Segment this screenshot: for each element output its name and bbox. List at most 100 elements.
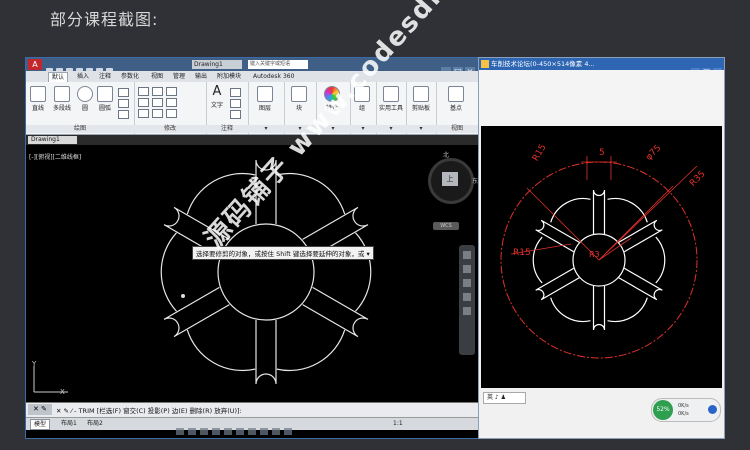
tab-layout2[interactable]: 布局2 xyxy=(84,419,106,428)
view-group-label[interactable]: 视图 xyxy=(436,125,478,133)
selection-icon[interactable] xyxy=(272,428,280,435)
text-button[interactable]: A 文字 xyxy=(208,84,226,110)
dimension-icon[interactable] xyxy=(230,88,241,97)
showmotion-icon[interactable] xyxy=(463,307,471,315)
spoke-arm[interactable] xyxy=(618,267,663,301)
draw-group-label[interactable]: 绘图 xyxy=(26,125,134,133)
stretch-icon[interactable] xyxy=(138,109,149,118)
app-logo-icon[interactable]: A xyxy=(28,59,42,70)
leader-icon[interactable] xyxy=(230,99,241,108)
base-button[interactable]: 基点 xyxy=(444,86,468,112)
command-close-icon[interactable]: ✕ ✎ xyxy=(28,404,52,415)
rect-icon[interactable] xyxy=(118,88,129,97)
file-tab-drawing1[interactable]: Drawing1 xyxy=(28,136,77,144)
polyline-label: 多段线 xyxy=(52,105,71,112)
otrack-icon[interactable] xyxy=(236,428,244,435)
hatch-icon[interactable] xyxy=(118,99,129,108)
tab-output[interactable]: 输出 xyxy=(192,72,210,81)
viewcube-face-top[interactable]: 上 xyxy=(442,172,458,186)
clipboard-button[interactable]: 剪贴板 xyxy=(407,86,435,112)
outer-cusp[interactable] xyxy=(160,232,177,312)
layers-button[interactable]: 图层 xyxy=(252,86,278,112)
spoke-arm[interactable] xyxy=(535,267,580,301)
outer-cusp[interactable] xyxy=(276,329,346,372)
text-label: 文字 xyxy=(210,102,223,109)
spoke-arm[interactable] xyxy=(302,286,369,338)
wcs-menu[interactable]: WCS xyxy=(433,222,459,230)
array-icon[interactable] xyxy=(166,109,177,118)
copy-icon[interactable] xyxy=(138,98,149,107)
navigation-bar xyxy=(459,245,475,355)
spoke-arm[interactable] xyxy=(592,286,606,331)
utilities-dropdown[interactable]: ▾ xyxy=(376,125,406,133)
viewcube[interactable]: 上 xyxy=(428,158,474,204)
snap-icon[interactable] xyxy=(188,428,196,435)
spoke-arm[interactable] xyxy=(535,219,580,253)
modify-group-label[interactable]: 修改 xyxy=(134,125,206,133)
pan-icon[interactable] xyxy=(463,265,471,273)
fillet-icon[interactable] xyxy=(166,98,177,107)
utilities-button[interactable]: 实用工具 xyxy=(377,86,405,112)
outer-cusp[interactable] xyxy=(355,232,372,312)
grid-icon[interactable] xyxy=(176,428,184,435)
move-icon[interactable] xyxy=(138,87,149,96)
orbit-icon[interactable] xyxy=(463,293,471,301)
osnap-icon[interactable] xyxy=(224,428,232,435)
outer-cusp[interactable] xyxy=(607,197,648,223)
rotate-icon[interactable] xyxy=(152,87,163,96)
status-bar: 模型 布局1 布局2 1:1 xyxy=(26,417,478,435)
region-icon[interactable] xyxy=(118,110,129,119)
circle-button[interactable]: 圆 xyxy=(76,86,94,112)
outer-cusp[interactable] xyxy=(655,236,666,284)
spoke-arm[interactable] xyxy=(163,286,230,338)
outer-cusp[interactable] xyxy=(532,236,543,284)
zoom-icon[interactable] xyxy=(463,279,471,287)
layers-icon xyxy=(257,86,273,102)
search-input[interactable]: 键入关键字或短语 xyxy=(248,60,308,69)
lineweight-icon[interactable] xyxy=(248,428,256,435)
group-dropdown[interactable]: ▾ xyxy=(350,125,376,133)
command-line[interactable]: ✕ ✎ ✕ ✎ ⁄ - TRIM [栏选(F) 窗交(C) 投影(P) 边(E)… xyxy=(26,402,478,417)
network-speed-widget[interactable]: 52% 0K/s 0K/s xyxy=(651,398,721,422)
scale-icon[interactable] xyxy=(152,109,163,118)
line-label: 直线 xyxy=(31,105,44,112)
outer-cusp[interactable] xyxy=(607,297,648,323)
trim-icon[interactable] xyxy=(166,87,177,96)
tab-autodesk360[interactable]: Autodesk 360 xyxy=(250,72,297,81)
tab-parametric[interactable]: 参数化 xyxy=(118,72,142,81)
tab-insert[interactable]: 插入 xyxy=(74,72,92,81)
ortho-icon[interactable] xyxy=(200,428,208,435)
tab-default[interactable]: 默认 xyxy=(48,72,69,82)
tab-manage[interactable]: 管理 xyxy=(170,72,188,81)
transparency-icon[interactable] xyxy=(260,428,268,435)
spoke-arm[interactable] xyxy=(618,219,663,253)
tab-view[interactable]: 视图 xyxy=(148,72,166,81)
spoke-arm[interactable] xyxy=(255,320,277,385)
layers-dropdown[interactable]: ▾ xyxy=(248,125,284,133)
arc-button[interactable]: 圆弧 xyxy=(96,86,114,112)
spoke-arm[interactable] xyxy=(592,189,606,234)
annotation-group-label[interactable]: 注释 xyxy=(206,125,248,133)
polar-icon[interactable] xyxy=(212,428,220,435)
outer-cusp[interactable] xyxy=(186,329,256,372)
polyline-button[interactable]: 多段线 xyxy=(50,86,74,112)
outer-cusp[interactable] xyxy=(550,197,591,223)
tab-addins[interactable]: 附加模块 xyxy=(214,72,244,81)
text-icon: A xyxy=(212,84,222,99)
input-method-indicator[interactable]: 英 ♪ ♟ xyxy=(483,392,526,404)
outer-cusp[interactable] xyxy=(550,297,591,323)
file-tab-bar: Drawing1 xyxy=(26,135,478,145)
tab-annotate[interactable]: 注释 xyxy=(96,72,114,81)
mirror-icon[interactable] xyxy=(152,98,163,107)
annotation-icon[interactable] xyxy=(284,428,292,435)
cursor-pick xyxy=(181,294,185,298)
tab-model[interactable]: 模型 xyxy=(30,419,51,430)
steering-wheel-icon[interactable] xyxy=(463,251,471,259)
utilities-group: 实用工具 ▾ xyxy=(376,82,407,134)
clipboard-dropdown[interactable]: ▾ xyxy=(406,125,436,133)
table-icon[interactable] xyxy=(230,110,241,119)
tab-layout1[interactable]: 布局1 xyxy=(58,419,80,428)
line-button[interactable]: 直线 xyxy=(28,86,48,112)
booster-icon[interactable] xyxy=(708,405,717,414)
annotation-scale[interactable]: 1:1 xyxy=(390,419,406,428)
